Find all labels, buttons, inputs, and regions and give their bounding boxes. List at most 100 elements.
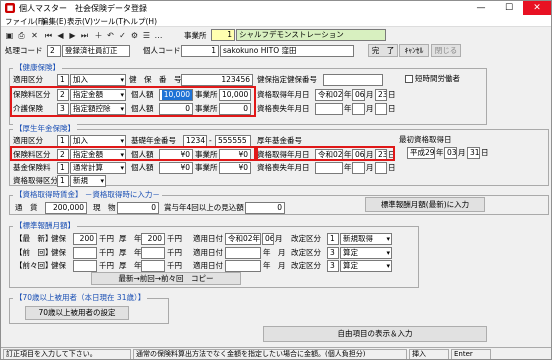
health-join-number[interactable]: 1 bbox=[57, 74, 69, 86]
office-name: シャルフデモンストレーション bbox=[236, 29, 386, 41]
std-prev2-rev-number[interactable]: 3 bbox=[327, 260, 339, 272]
menu-tools[interactable]: ツール(T) bbox=[93, 16, 126, 27]
std-latest-month[interactable]: 06 bbox=[262, 233, 274, 245]
std-health-label: 健保 bbox=[51, 234, 66, 243]
short-time-label: 短時間労働者 bbox=[415, 74, 460, 83]
fund-premium-select[interactable]: 通常計算 bbox=[70, 162, 126, 174]
new-record-icon[interactable]: ＋ bbox=[93, 30, 104, 41]
menu-edit[interactable]: 編集(E) bbox=[41, 16, 67, 27]
pension-loss-month[interactable] bbox=[352, 162, 365, 174]
check-icon[interactable]: ✓ bbox=[117, 30, 128, 41]
person-name: sakokuno HITO 窪田 bbox=[220, 45, 354, 57]
done-button[interactable]: 完 了 bbox=[368, 44, 398, 57]
copy-button[interactable]: 最新→前回→前々回 コピー bbox=[91, 272, 241, 285]
day-unit: 日 bbox=[388, 104, 396, 113]
more-icon[interactable]: … bbox=[153, 30, 164, 41]
qual-class-select[interactable]: 新規 bbox=[70, 175, 106, 187]
std-prev2-health[interactable] bbox=[73, 260, 97, 272]
latest-qual-day[interactable]: 31 bbox=[467, 147, 480, 159]
health-cert-input[interactable] bbox=[323, 74, 383, 86]
office-label: 事業所 bbox=[184, 31, 207, 40]
std-prev-pension[interactable] bbox=[141, 247, 165, 259]
year-unit: 年 bbox=[436, 148, 444, 157]
health-loss-day[interactable] bbox=[375, 103, 387, 115]
pension-loss-label: 資格喪失年月日 bbox=[257, 163, 310, 172]
next-record-icon[interactable]: ▶ bbox=[67, 30, 78, 41]
health-number-input[interactable]: 123456 bbox=[181, 74, 253, 86]
first-record-icon[interactable]: ⏮ bbox=[43, 30, 54, 41]
unit-label: 千円 bbox=[167, 248, 182, 257]
std-revision-label: 改定区分 bbox=[291, 234, 321, 243]
currency-label: 通 貨 bbox=[15, 203, 38, 212]
free-items-button[interactable]: 自由項目の表示＆入力 bbox=[263, 326, 487, 342]
health-loss-month[interactable] bbox=[352, 103, 365, 115]
latest-qual-month[interactable]: 03 bbox=[444, 147, 457, 159]
status-enter: Enter bbox=[451, 349, 491, 359]
settings-icon[interactable]: ☰ bbox=[141, 30, 152, 41]
save-icon[interactable]: ▣ bbox=[4, 30, 15, 41]
status-insert: 挿入 bbox=[409, 349, 449, 359]
std-prev2-rev-select[interactable]: 算定 bbox=[340, 260, 392, 272]
std-prev-date[interactable] bbox=[225, 247, 261, 259]
std-prev2-pension[interactable] bbox=[141, 260, 165, 272]
close-window-button[interactable]: ✕ bbox=[523, 1, 551, 15]
std-latest-date[interactable]: 令和02年 bbox=[225, 233, 261, 245]
health-qual-month[interactable]: 06 bbox=[352, 89, 365, 101]
undo-icon[interactable]: ↶ bbox=[105, 30, 116, 41]
health-loss-label: 資格喪失年月日 bbox=[257, 104, 310, 113]
menu-view[interactable]: 表示(V) bbox=[67, 16, 93, 27]
std-latest-rev-select[interactable]: 新規取得 bbox=[340, 233, 392, 245]
office-number[interactable]: 1 bbox=[211, 29, 235, 41]
close-button[interactable]: 閉じる bbox=[431, 44, 461, 57]
std-latest-rev-number[interactable]: 1 bbox=[327, 233, 339, 245]
year-unit: 年 bbox=[344, 90, 352, 99]
goods-input[interactable]: 0 bbox=[117, 202, 159, 214]
fund-office-input[interactable]: ¥0 bbox=[219, 162, 251, 174]
last-record-icon[interactable]: ⏭ bbox=[79, 30, 90, 41]
pension-loss-day[interactable] bbox=[375, 162, 387, 174]
health-qual-day[interactable]: 23 bbox=[375, 89, 387, 101]
health-insurance-title: 【健康保険】 bbox=[13, 63, 62, 73]
basic-pension-dash: - bbox=[209, 136, 212, 145]
cancel-button[interactable]: ｷｬﾝｾﾙ bbox=[399, 44, 429, 57]
bonus-input[interactable]: 0 bbox=[245, 202, 285, 214]
short-time-checkbox[interactable] bbox=[405, 75, 413, 83]
basic-pension-label: 基礎年金番号 bbox=[131, 136, 176, 145]
process-code-name: 登録済社員訂正 bbox=[62, 45, 130, 57]
title-bar: ■ 個人マスター 社会保険データ登録 — ☐ ✕ bbox=[1, 1, 551, 15]
over70-settings-button[interactable]: 70歳以上被用者の設定 bbox=[25, 306, 129, 320]
year-month-unit: 年 月 bbox=[263, 261, 286, 270]
health-loss-era[interactable] bbox=[315, 103, 343, 115]
std-latest-health[interactable]: 200 bbox=[73, 233, 97, 245]
latest-qual-era[interactable]: 平成29 bbox=[407, 147, 435, 159]
minimize-button[interactable]: — bbox=[467, 1, 495, 15]
month-unit: 月 bbox=[275, 234, 283, 243]
qual-class-number[interactable]: 1 bbox=[57, 175, 69, 187]
health-qual-era[interactable]: 令和02 bbox=[315, 89, 343, 101]
std-row-prev-label: 【前 回】 bbox=[15, 248, 53, 257]
std-prev2-date[interactable] bbox=[225, 260, 261, 272]
std-prev-rev-number[interactable]: 3 bbox=[327, 247, 339, 259]
pension-loss-era[interactable] bbox=[315, 162, 343, 174]
person-code-number[interactable]: 1 bbox=[181, 45, 219, 57]
maximize-button[interactable]: ☐ bbox=[495, 1, 523, 15]
std-date-label: 適用日付 bbox=[193, 261, 223, 270]
fund-premium-number[interactable]: 1 bbox=[57, 162, 69, 174]
process-code-number[interactable]: 2 bbox=[47, 45, 61, 57]
health-qual-label: 資格取得年月日 bbox=[257, 90, 310, 99]
qual-class-label: 資格取得区分 bbox=[13, 176, 58, 185]
menu-file[interactable]: ファイル(F) bbox=[5, 16, 45, 27]
std-latest-pension[interactable]: 200 bbox=[141, 233, 165, 245]
prev-record-icon[interactable]: ◀ bbox=[55, 30, 66, 41]
print-icon[interactable]: ⎙ bbox=[16, 30, 27, 41]
delete-icon[interactable]: ✕ bbox=[29, 30, 40, 41]
fund-indiv-input[interactable]: ¥0 bbox=[159, 162, 193, 174]
std-prev-health[interactable] bbox=[73, 247, 97, 259]
std-monthly-input-button[interactable]: 標準報酬月額(最新)に入力 bbox=[365, 197, 485, 212]
std-date-label: 適用日付 bbox=[193, 234, 223, 243]
menu-help[interactable]: ヘルプ(H) bbox=[123, 16, 157, 27]
health-join-select[interactable]: 加入 bbox=[70, 74, 126, 86]
std-prev-rev-select[interactable]: 算定 bbox=[340, 247, 392, 259]
currency-input[interactable]: 200,000 bbox=[45, 202, 87, 214]
tools-icon[interactable]: ⚙ bbox=[129, 30, 140, 41]
